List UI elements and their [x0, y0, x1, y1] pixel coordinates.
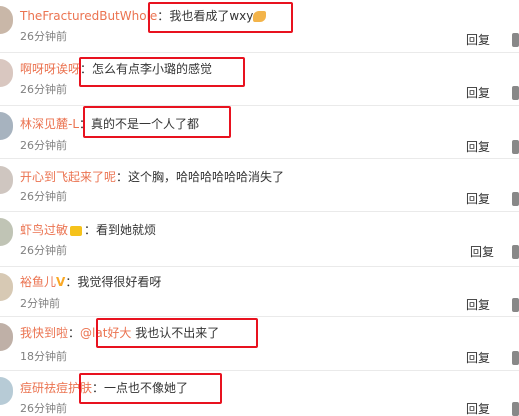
comment-line: 裕鱼儿V：我觉得很好看呀	[20, 275, 162, 289]
username-link[interactable]: 开心到飞起来了呢	[20, 170, 116, 184]
timestamp: 26分钟前	[20, 244, 67, 257]
avatar[interactable]	[0, 377, 13, 405]
avatar[interactable]	[0, 218, 13, 246]
timestamp: 26分钟前	[20, 190, 67, 203]
highlight-box	[96, 318, 258, 348]
comment-item: 虾鸟过敏 ：看到她就烦 26分钟前 回复	[0, 212, 519, 267]
username-link[interactable]: 虾鸟过敏	[20, 223, 68, 237]
reply-button[interactable]: 回复	[466, 33, 490, 47]
avatar[interactable]	[0, 59, 13, 87]
timestamp: 26分钟前	[20, 30, 67, 43]
timestamp: 2分钟前	[20, 297, 60, 310]
comment-item: 痘研祛痘护肤：一点也不像她了 26分钟前 回复	[0, 371, 519, 416]
reply-button[interactable]: 回复	[466, 298, 490, 312]
comment-text: 我觉得很好看呀	[77, 275, 162, 289]
comment-item: 开心到飞起来了呢：这个胸，哈哈哈哈哈哈消失了 26分钟前 回复	[0, 160, 519, 212]
comment-line: 开心到飞起来了呢：这个胸，哈哈哈哈哈哈消失了	[20, 170, 285, 184]
reply-button[interactable]: 回复	[466, 402, 490, 416]
timestamp: 26分钟前	[20, 83, 67, 96]
username-link[interactable]: 裕鱼儿	[20, 275, 56, 289]
highlight-box	[148, 2, 293, 33]
comment-item: 裕鱼儿V：我觉得很好看呀 2分钟前 回复	[0, 267, 519, 317]
reply-button[interactable]: 回复	[466, 86, 490, 100]
timestamp: 26分钟前	[20, 139, 67, 152]
like-icon[interactable]	[512, 245, 519, 259]
highlight-box	[79, 57, 245, 87]
highlight-box	[83, 106, 231, 138]
like-icon[interactable]	[512, 298, 519, 312]
verified-v-icon: V	[56, 275, 66, 289]
avatar[interactable]	[0, 273, 13, 301]
username-link[interactable]: 林深见麓-L	[20, 117, 79, 131]
username-link[interactable]: 啊呀呀诶呀	[20, 62, 80, 76]
comment-text: 这个胸，哈哈哈哈哈哈消失了	[128, 170, 285, 184]
like-icon[interactable]	[512, 33, 519, 47]
like-icon[interactable]	[512, 192, 519, 206]
avatar[interactable]	[0, 112, 13, 140]
comment-line: 虾鸟过敏 ：看到她就烦	[20, 223, 157, 237]
crown-icon	[70, 225, 83, 236]
comment-item: 林深见麓-L：真的不是一个人了都 26分钟前 回复	[0, 106, 519, 159]
comment-item: 啊呀呀诶呀：怎么有点李小璐的感觉 26分钟前 回复	[0, 53, 519, 106]
reply-button[interactable]: 回复	[466, 351, 490, 365]
timestamp: 18分钟前	[20, 350, 67, 363]
timestamp: 26分钟前	[20, 402, 67, 415]
username-link[interactable]: TheFracturedButWhole	[20, 9, 157, 23]
reply-button[interactable]: 回复	[470, 245, 494, 259]
reply-button[interactable]: 回复	[466, 192, 490, 206]
highlight-box	[79, 373, 222, 404]
avatar[interactable]	[0, 6, 13, 34]
avatar[interactable]	[0, 166, 13, 194]
like-icon[interactable]	[512, 140, 519, 154]
username-link[interactable]: 我快到啦	[20, 326, 68, 340]
comment-text: 看到她就烦	[96, 223, 157, 237]
like-icon[interactable]	[512, 402, 519, 416]
avatar[interactable]	[0, 323, 13, 351]
reply-button[interactable]: 回复	[466, 140, 490, 154]
like-icon[interactable]	[512, 86, 519, 100]
comment-item: 我快到啦：@lat好大 我也认不出来了 18分钟前 回复	[0, 317, 519, 371]
like-icon[interactable]	[512, 351, 519, 365]
